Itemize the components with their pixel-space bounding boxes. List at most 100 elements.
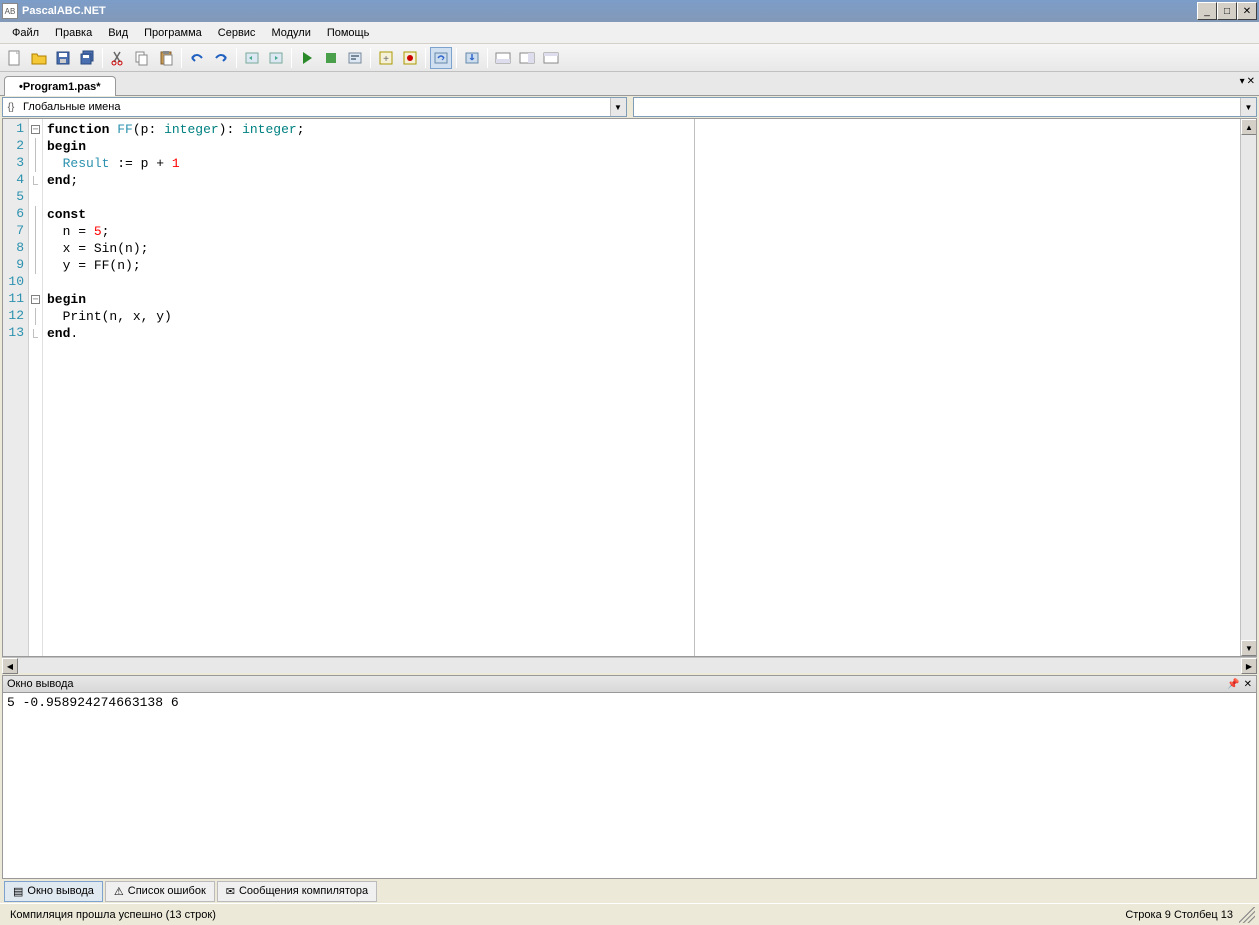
line-number: 7: [3, 223, 28, 240]
menu-файл[interactable]: Файл: [4, 24, 47, 42]
nav-forward-icon[interactable]: [265, 47, 287, 69]
debug-panel-icon[interactable]: [540, 47, 562, 69]
fold-marker: [29, 325, 42, 342]
line-number: 9: [3, 257, 28, 274]
maximize-button[interactable]: □: [1217, 2, 1237, 20]
minimize-button[interactable]: _: [1197, 2, 1217, 20]
output-panel-header: Окно вывода 📌 ✕: [2, 675, 1257, 693]
toolbar: +: [0, 44, 1259, 72]
scroll-left-icon[interactable]: ◀: [2, 658, 18, 674]
fold-marker: [29, 189, 42, 206]
toolbar-separator: [236, 48, 237, 68]
add-watch-icon[interactable]: +: [375, 47, 397, 69]
line-number: 11: [3, 291, 28, 308]
menu-помощь[interactable]: Помощь: [319, 24, 378, 42]
code-editor-right[interactable]: [695, 119, 1240, 656]
chevron-down-icon[interactable]: ▼: [1240, 98, 1256, 116]
line-number: 4: [3, 172, 28, 189]
step-into-icon[interactable]: [461, 47, 483, 69]
watch-toggle-icon[interactable]: [516, 47, 538, 69]
save-all-icon[interactable]: [76, 47, 98, 69]
scroll-right-icon[interactable]: ▶: [1241, 658, 1257, 674]
member-dropdown[interactable]: ▼: [633, 97, 1258, 117]
scope-dropdown[interactable]: {} Глобальные имена ▼: [2, 97, 627, 117]
toolbar-separator: [181, 48, 182, 68]
close-panel-icon[interactable]: ✕: [1244, 679, 1252, 690]
menu-модули[interactable]: Модули: [263, 24, 318, 42]
title-bar: AB PascalABC.NET _ □ ✕: [0, 0, 1259, 22]
bottom-tab-strip: ▤ Окно вывода ⚠Список ошибок ✉ Сообщения ком…: [0, 879, 1259, 903]
nav-back-icon[interactable]: [241, 47, 263, 69]
line-number: 2: [3, 138, 28, 155]
tab-menu-icon[interactable]: ▾: [1240, 76, 1245, 87]
output-icon: ▤: [13, 885, 23, 898]
line-number: 1: [3, 121, 28, 138]
editor-container: 12345678910111213 −− function FF(p: inte…: [2, 118, 1257, 657]
tab-close-icon[interactable]: ✕: [1247, 76, 1255, 87]
compile-icon[interactable]: [344, 47, 366, 69]
menu-bar: ФайлПравкаВидПрограммаСервисМодулиПомощь: [0, 22, 1259, 44]
output-toggle-icon[interactable]: [492, 47, 514, 69]
undo-icon[interactable]: [186, 47, 208, 69]
bottom-tab-compiler[interactable]: ✉ Сообщения компилятора: [217, 881, 377, 902]
menu-правка[interactable]: Правка: [47, 24, 100, 42]
chevron-down-icon[interactable]: ▼: [610, 98, 626, 116]
fold-marker[interactable]: −: [29, 291, 42, 308]
menu-сервис[interactable]: Сервис: [210, 24, 264, 42]
fold-gutter[interactable]: −−: [29, 119, 43, 656]
output-panel-body[interactable]: 5 -0.958924274663138 6: [2, 693, 1257, 879]
fold-marker: [29, 240, 42, 257]
fold-marker: [29, 172, 42, 189]
bottom-tab-label: Сообщения компилятора: [239, 885, 368, 897]
app-icon: AB: [2, 3, 18, 19]
horizontal-scrollbar[interactable]: ◀ ▶: [2, 657, 1257, 673]
copy-icon[interactable]: [131, 47, 153, 69]
paste-icon[interactable]: [155, 47, 177, 69]
step-over-icon[interactable]: [430, 47, 452, 69]
tab-strip: •Program1.pas* ▾ ✕: [0, 72, 1259, 96]
scroll-up-icon[interactable]: ▲: [1241, 119, 1257, 135]
toolbar-separator: [487, 48, 488, 68]
output-panel-title: Окно вывода: [7, 678, 1223, 690]
cut-icon[interactable]: [107, 47, 129, 69]
bottom-tab-label: Окно вывода: [27, 885, 94, 897]
vertical-scrollbar[interactable]: ▲ ▼: [1240, 119, 1256, 656]
fold-marker: [29, 257, 42, 274]
scroll-down-icon[interactable]: ▼: [1241, 640, 1257, 656]
navigation-bar: {} Глобальные имена ▼ ▼: [0, 96, 1259, 118]
toggle-bp-icon[interactable]: [399, 47, 421, 69]
close-button[interactable]: ✕: [1237, 2, 1257, 20]
save-icon[interactable]: [52, 47, 74, 69]
fold-marker[interactable]: −: [29, 121, 42, 138]
line-number: 8: [3, 240, 28, 257]
bottom-tab-label: Список ошибок: [128, 885, 206, 897]
status-compile-text: Компиляция прошла успешно (13 строк): [4, 909, 222, 921]
fold-marker: [29, 155, 42, 172]
run-icon[interactable]: [296, 47, 318, 69]
scope-dropdown-text: Глобальные имена: [19, 101, 610, 113]
toolbar-separator: [291, 48, 292, 68]
pin-icon[interactable]: 📌: [1227, 679, 1239, 690]
tab-program1[interactable]: •Program1.pas*: [4, 76, 116, 96]
code-editor[interactable]: function FF(p: integer): integer;begin R…: [43, 119, 694, 656]
fold-marker: [29, 308, 42, 325]
status-bar: Компиляция прошла успешно (13 строк) Стр…: [0, 903, 1259, 925]
stop-icon[interactable]: [320, 47, 342, 69]
compiler-icon: ✉: [226, 885, 235, 898]
bottom-tab-errors[interactable]: ⚠Список ошибок: [105, 881, 215, 902]
open-file-icon[interactable]: [28, 47, 50, 69]
redo-icon[interactable]: [210, 47, 232, 69]
menu-программа[interactable]: Программа: [136, 24, 210, 42]
line-number: 6: [3, 206, 28, 223]
braces-icon: {}: [3, 102, 19, 113]
line-number-gutter: 12345678910111213: [3, 119, 29, 656]
line-number: 12: [3, 308, 28, 325]
menu-вид[interactable]: Вид: [100, 24, 136, 42]
bottom-tab-output[interactable]: ▤ Окно вывода: [4, 881, 103, 902]
fold-marker: [29, 274, 42, 291]
line-number: 10: [3, 274, 28, 291]
window-title: PascalABC.NET: [22, 5, 1197, 17]
fold-marker: [29, 223, 42, 240]
new-file-icon[interactable]: [4, 47, 26, 69]
resize-grip-icon[interactable]: [1239, 907, 1255, 923]
